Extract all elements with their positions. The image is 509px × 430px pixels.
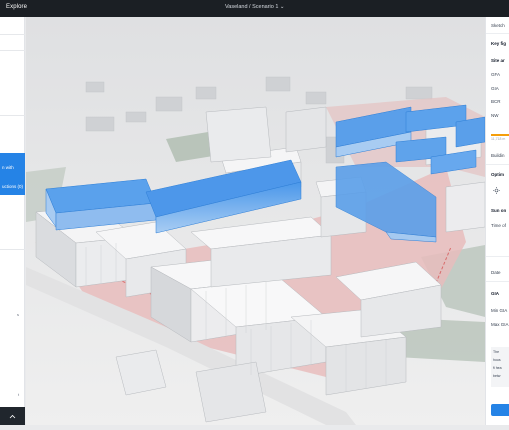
divider <box>0 50 25 51</box>
right-panel: Sketch Key fig Site ar GFA GIA BCR NW 11… <box>485 17 509 425</box>
gia-label: GIA <box>491 86 499 91</box>
divider <box>486 164 509 165</box>
area-progress-bar <box>491 134 509 136</box>
area-value: 11,718 m <box>491 137 506 141</box>
map-viewport[interactable] <box>26 17 485 425</box>
divider <box>486 281 509 282</box>
gia-section-heading: GIA <box>491 291 500 296</box>
date-label: Date <box>491 270 501 275</box>
note-line: The <box>493 350 500 354</box>
nw-label: NW <box>491 113 499 118</box>
note-line: hous <box>493 358 501 362</box>
panel-snippet: t <box>18 392 20 397</box>
time-slider[interactable] <box>486 256 509 257</box>
top-bar: Explore Vaseland / Scenario 1 ⌄ <box>0 0 509 17</box>
site-area-label: Site ar <box>491 58 505 63</box>
left-panel: n with uctions (0) s t <box>0 17 25 425</box>
breadcrumb[interactable]: Vaseland / Scenario 1 ⌄ <box>225 4 285 10</box>
bcr-label: BCR <box>491 99 501 104</box>
time-of-label: Time of <box>491 223 506 228</box>
note-line: fi hea <box>493 366 502 370</box>
key-figures-heading: Key fig <box>491 41 507 46</box>
options-heading: Optim <box>491 172 504 177</box>
divider <box>0 34 25 35</box>
note-line: betw <box>493 374 501 378</box>
app-label[interactable]: Explore <box>6 4 27 10</box>
sun-icon[interactable] <box>493 187 500 195</box>
buildings-label: Buildin <box>491 153 505 158</box>
min-gia-label: Min GIA <box>491 308 508 313</box>
selected-item[interactable]: n with uctions (0) <box>0 153 25 195</box>
info-note: The hous fi hea betw <box>491 347 509 387</box>
tab-sketch[interactable]: Sketch <box>491 23 505 28</box>
gfa-label: GFA <box>491 72 501 77</box>
max-gia-label: Max GIA <box>491 322 509 327</box>
selected-item-line2: uctions (0) <box>2 184 24 189</box>
divider <box>0 249 25 250</box>
sun-on-label: Sun on <box>491 208 507 213</box>
selected-item-line1: n with <box>2 165 14 170</box>
divider <box>486 33 509 34</box>
apply-button[interactable] <box>491 404 509 416</box>
panel-snippet: s <box>17 312 19 317</box>
collapse-bar[interactable] <box>0 407 25 425</box>
divider <box>0 115 25 116</box>
chevron-up-icon <box>9 414 16 419</box>
